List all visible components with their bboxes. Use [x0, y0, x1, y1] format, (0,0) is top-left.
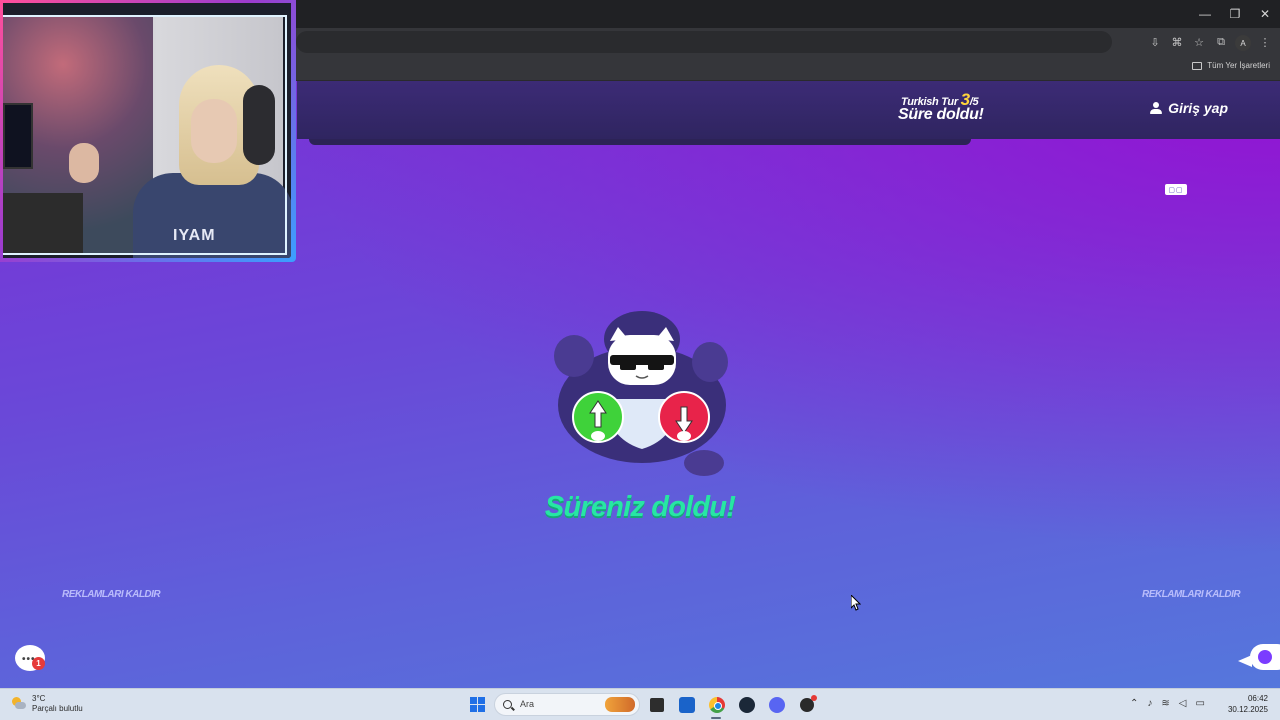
- star-icon[interactable]: ☆: [1190, 32, 1208, 52]
- store-icon[interactable]: [679, 697, 695, 713]
- login-button[interactable]: Giriş yap: [1150, 100, 1228, 116]
- game-header: Turkish Tur 3/5 Süre doldu! Giriş yap: [297, 81, 1280, 139]
- chrome-icon[interactable]: [709, 697, 725, 713]
- weather-temp: 3°C: [32, 694, 46, 703]
- chevron-up-icon[interactable]: ⌃: [1130, 698, 1138, 709]
- all-bookmarks-button[interactable]: Tüm Yer İşaretleri: [1192, 61, 1270, 70]
- battery-icon[interactable]: ▭: [1195, 698, 1204, 709]
- active-app-indicator: [711, 717, 721, 719]
- webcam-frame: [3, 15, 287, 255]
- chat-notification-badge: 1: [32, 657, 45, 670]
- clock-time: 06:42: [1247, 694, 1268, 703]
- webcam-overlay: IYAM: [0, 0, 296, 262]
- remove-ads-link-right[interactable]: REKLAMLARI KALDIR: [1142, 589, 1241, 600]
- cat-mascot-illustration: [554, 311, 728, 476]
- search-placeholder: Ara: [520, 699, 535, 709]
- search-icon: [503, 700, 512, 709]
- window-controls: — ❐ ✕: [1190, 0, 1280, 28]
- thumbs-up-icon: [572, 391, 624, 443]
- translate-icon[interactable]: ⌘: [1168, 32, 1186, 52]
- header-status: Süre doldu!: [898, 106, 984, 123]
- clock-date: 30.12.2025: [1227, 705, 1268, 714]
- taskbar-search[interactable]: Ara: [494, 693, 640, 716]
- timer-bar: [309, 139, 971, 145]
- time-up-message: Süreniz doldu!: [544, 491, 736, 523]
- weather-desc: Parçalı bulutlu: [32, 704, 83, 713]
- minimize-button[interactable]: —: [1190, 0, 1220, 28]
- search-highlight-icon: [605, 697, 635, 712]
- close-button[interactable]: ✕: [1250, 0, 1280, 28]
- address-bar[interactable]: [296, 31, 1112, 53]
- obs-icon[interactable]: [800, 695, 817, 712]
- remove-ads-link-left[interactable]: REKLAMLARI KALDIR: [62, 589, 161, 600]
- taskbar-apps: [647, 695, 817, 715]
- webcam-feed: IYAM: [3, 3, 291, 258]
- user-icon: [1150, 102, 1163, 114]
- steam-icon[interactable]: [739, 697, 755, 713]
- all-bookmarks-label: Tüm Yer İşaretleri: [1207, 61, 1270, 70]
- chat-button[interactable]: ••• 1: [15, 645, 45, 671]
- download-icon[interactable]: ⇩: [1146, 32, 1164, 52]
- support-widget[interactable]: [1250, 644, 1280, 670]
- partly-cloudy-icon: [12, 697, 26, 711]
- microphone-icon[interactable]: ♪: [1147, 698, 1152, 709]
- profile-avatar[interactable]: A: [1234, 32, 1252, 52]
- support-icon: [1258, 650, 1272, 664]
- restore-button[interactable]: ❐: [1220, 0, 1250, 28]
- extensions-icon[interactable]: ⧉: [1212, 32, 1230, 52]
- profile-initial: A: [1235, 35, 1251, 51]
- menu-icon[interactable]: ⋮: [1256, 32, 1274, 52]
- ad-info-icon[interactable]: ▢▢: [1165, 184, 1187, 195]
- system-tray: ⌃ ♪ ≋ ◁ ▭: [1130, 698, 1205, 709]
- files-icon[interactable]: [650, 698, 664, 712]
- thumbs-down-icon: [658, 391, 710, 443]
- taskbar-clock[interactable]: 06:42 30.12.2025: [1228, 693, 1268, 715]
- toolbar-icons: ⇩ ⌘ ☆ ⧉ A ⋮: [1146, 32, 1274, 52]
- volume-icon[interactable]: ◁: [1179, 698, 1187, 709]
- start-icon[interactable]: [470, 697, 485, 712]
- windows-taskbar: 3°C Parçalı bulutlu Ara ⌃ ♪ ≋ ◁ ▭ 06:42 …: [0, 688, 1280, 720]
- weather-widget[interactable]: 3°C Parçalı bulutlu: [12, 694, 83, 714]
- folder-icon: [1192, 61, 1203, 70]
- mouse-cursor-icon: [851, 595, 861, 611]
- wifi-icon[interactable]: ≋: [1161, 698, 1169, 709]
- discord-icon[interactable]: [769, 697, 785, 713]
- weather-text: 3°C Parçalı bulutlu: [32, 694, 83, 714]
- login-label: Giriş yap: [1168, 100, 1228, 116]
